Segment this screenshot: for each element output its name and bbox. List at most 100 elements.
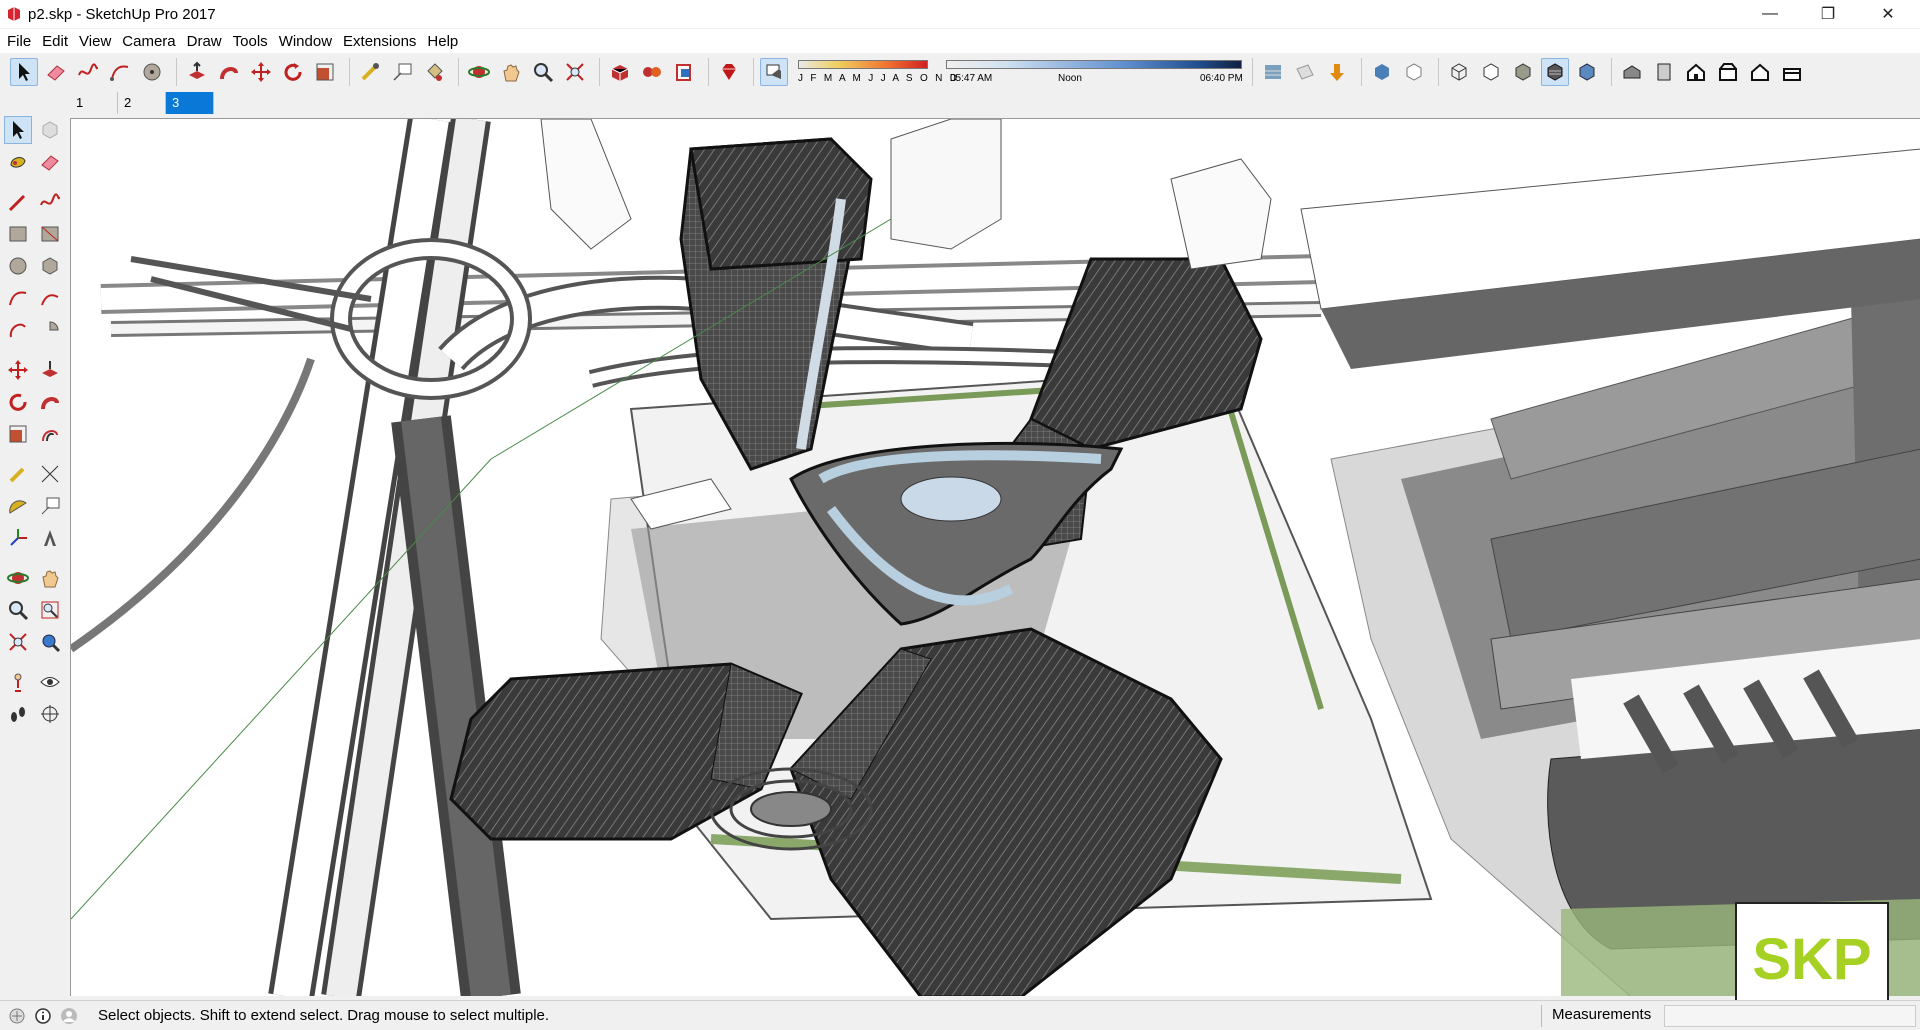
- back-view-button[interactable]: [1746, 58, 1774, 86]
- time-slider[interactable]: 05:47 AM Noon 06:40 PM: [946, 56, 1246, 88]
- lt-previous-view-button[interactable]: [36, 628, 64, 656]
- lt-pan-button[interactable]: [36, 564, 64, 592]
- lt-paint-button[interactable]: [4, 148, 32, 176]
- xray-button[interactable]: [1368, 58, 1396, 86]
- lt-rectangle-button[interactable]: [4, 220, 32, 248]
- lt-dimension-button[interactable]: [36, 460, 64, 488]
- menu-extensions[interactable]: Extensions: [342, 33, 423, 50]
- lt-walk-button[interactable]: [4, 700, 32, 728]
- lt-eraser-button[interactable]: [36, 148, 64, 176]
- lt-zoom-button[interactable]: [4, 596, 32, 624]
- scale-icon: [316, 63, 334, 81]
- shaded-button[interactable]: [1509, 58, 1537, 86]
- menu-window[interactable]: Window: [278, 33, 339, 50]
- iso-view-button[interactable]: [1618, 58, 1646, 86]
- lt-section-plane-button[interactable]: [36, 700, 64, 728]
- lt-push-pull-button[interactable]: [36, 356, 64, 384]
- user-account-icon[interactable]: [60, 1007, 78, 1025]
- lt-protractor-button[interactable]: [4, 492, 32, 520]
- menu-camera[interactable]: Camera: [121, 33, 182, 50]
- lt-3dtext-button[interactable]: [36, 524, 64, 552]
- lt-polygon-button[interactable]: [36, 252, 64, 280]
- footprints-icon: [11, 707, 25, 722]
- back-edges-button[interactable]: [1400, 58, 1428, 86]
- lt-circle-button[interactable]: [4, 252, 32, 280]
- menu-help[interactable]: Help: [426, 33, 465, 50]
- measurements-input[interactable]: [1664, 1005, 1916, 1027]
- lt-pie-button[interactable]: [36, 316, 64, 344]
- lt-2point-arc-button[interactable]: [36, 284, 64, 312]
- lt-follow-me-button[interactable]: [36, 388, 64, 416]
- tape-measure-tool-button[interactable]: [356, 58, 384, 86]
- zoom-tool-button[interactable]: [529, 58, 557, 86]
- month-slider[interactable]: J F M A M J J A S O N D: [796, 56, 957, 88]
- lt-scale-button[interactable]: [4, 420, 32, 448]
- lt-arc-button[interactable]: [4, 284, 32, 312]
- monochrome-button[interactable]: [1573, 58, 1601, 86]
- lt-orbit-button[interactable]: [4, 564, 32, 592]
- zoom-extents-tool-button[interactable]: [561, 58, 589, 86]
- scale-tool-button[interactable]: [311, 58, 339, 86]
- front-view-button[interactable]: [1682, 58, 1710, 86]
- shadow-toggle-button[interactable]: [760, 58, 788, 86]
- minimize-button[interactable]: —: [1742, 0, 1798, 28]
- lt-rotated-rectangle-button[interactable]: [36, 220, 64, 248]
- textured-button[interactable]: [1541, 58, 1569, 86]
- model-viewport[interactable]: [70, 118, 1920, 996]
- rotate-tool-button[interactable]: [279, 58, 307, 86]
- text-tool-button[interactable]: [388, 58, 416, 86]
- wireframe-button[interactable]: [1445, 58, 1473, 86]
- scene-tab-2[interactable]: 2: [118, 92, 166, 114]
- restore-button[interactable]: ❐: [1800, 0, 1856, 28]
- lt-axes-button[interactable]: [4, 524, 32, 552]
- lt-select-button[interactable]: [4, 116, 32, 144]
- lt-freehand-button[interactable]: [36, 188, 64, 216]
- hidden-line-button[interactable]: [1477, 58, 1505, 86]
- move-tool-button[interactable]: [247, 58, 275, 86]
- ruby-console-button[interactable]: [715, 58, 743, 86]
- lt-zoom-window-button[interactable]: [36, 596, 64, 624]
- menu-edit[interactable]: Edit: [41, 33, 75, 50]
- top-view-icon: [1657, 63, 1671, 81]
- menu-file[interactable]: File: [6, 33, 38, 50]
- paint-bucket-tool-button[interactable]: [420, 58, 448, 86]
- left-view-button[interactable]: [1778, 58, 1806, 86]
- fog-button[interactable]: [1259, 58, 1287, 86]
- restore-icon: ❐: [1820, 6, 1836, 23]
- lt-look-around-button[interactable]: [36, 668, 64, 696]
- lt-line-button[interactable]: [4, 188, 32, 216]
- lt-move-button[interactable]: [4, 356, 32, 384]
- push-pull-tool-button[interactable]: [183, 58, 211, 86]
- menu-tools[interactable]: Tools: [232, 33, 275, 50]
- lt-rotate-button[interactable]: [4, 388, 32, 416]
- geo-location-icon[interactable]: [8, 1007, 26, 1025]
- freehand-tool-button[interactable]: [74, 58, 102, 86]
- scene-tab-1[interactable]: 1: [70, 92, 118, 114]
- lt-zoom-extents-button[interactable]: [4, 628, 32, 656]
- eraser-tool-button[interactable]: [42, 58, 70, 86]
- lt-position-camera-button[interactable]: [4, 668, 32, 696]
- menu-draw[interactable]: Draw: [186, 33, 229, 50]
- extension-warehouse-button[interactable]: [638, 58, 666, 86]
- warehouse-button[interactable]: [606, 58, 634, 86]
- pan-tool-button[interactable]: [497, 58, 525, 86]
- layout-button[interactable]: [670, 58, 698, 86]
- menu-view[interactable]: View: [78, 33, 118, 50]
- circle-tool-button[interactable]: [138, 58, 166, 86]
- right-view-button[interactable]: [1714, 58, 1742, 86]
- section-plane-button[interactable]: [1291, 58, 1319, 86]
- lt-text-button[interactable]: [36, 492, 64, 520]
- select-tool-button[interactable]: [10, 58, 38, 86]
- section-cut-button[interactable]: [1323, 58, 1351, 86]
- follow-me-tool-button[interactable]: [215, 58, 243, 86]
- lt-3point-arc-button[interactable]: [4, 316, 32, 344]
- credits-icon[interactable]: [34, 1007, 52, 1025]
- orbit-tool-button[interactable]: [465, 58, 493, 86]
- lt-tape-button[interactable]: [4, 460, 32, 488]
- top-view-button[interactable]: [1650, 58, 1678, 86]
- close-button[interactable]: ✕: [1860, 0, 1916, 28]
- lt-make-component-button[interactable]: [36, 116, 64, 144]
- scene-tab-3[interactable]: 3: [166, 92, 214, 114]
- arc-tool-button[interactable]: [106, 58, 134, 86]
- lt-offset-button[interactable]: [36, 420, 64, 448]
